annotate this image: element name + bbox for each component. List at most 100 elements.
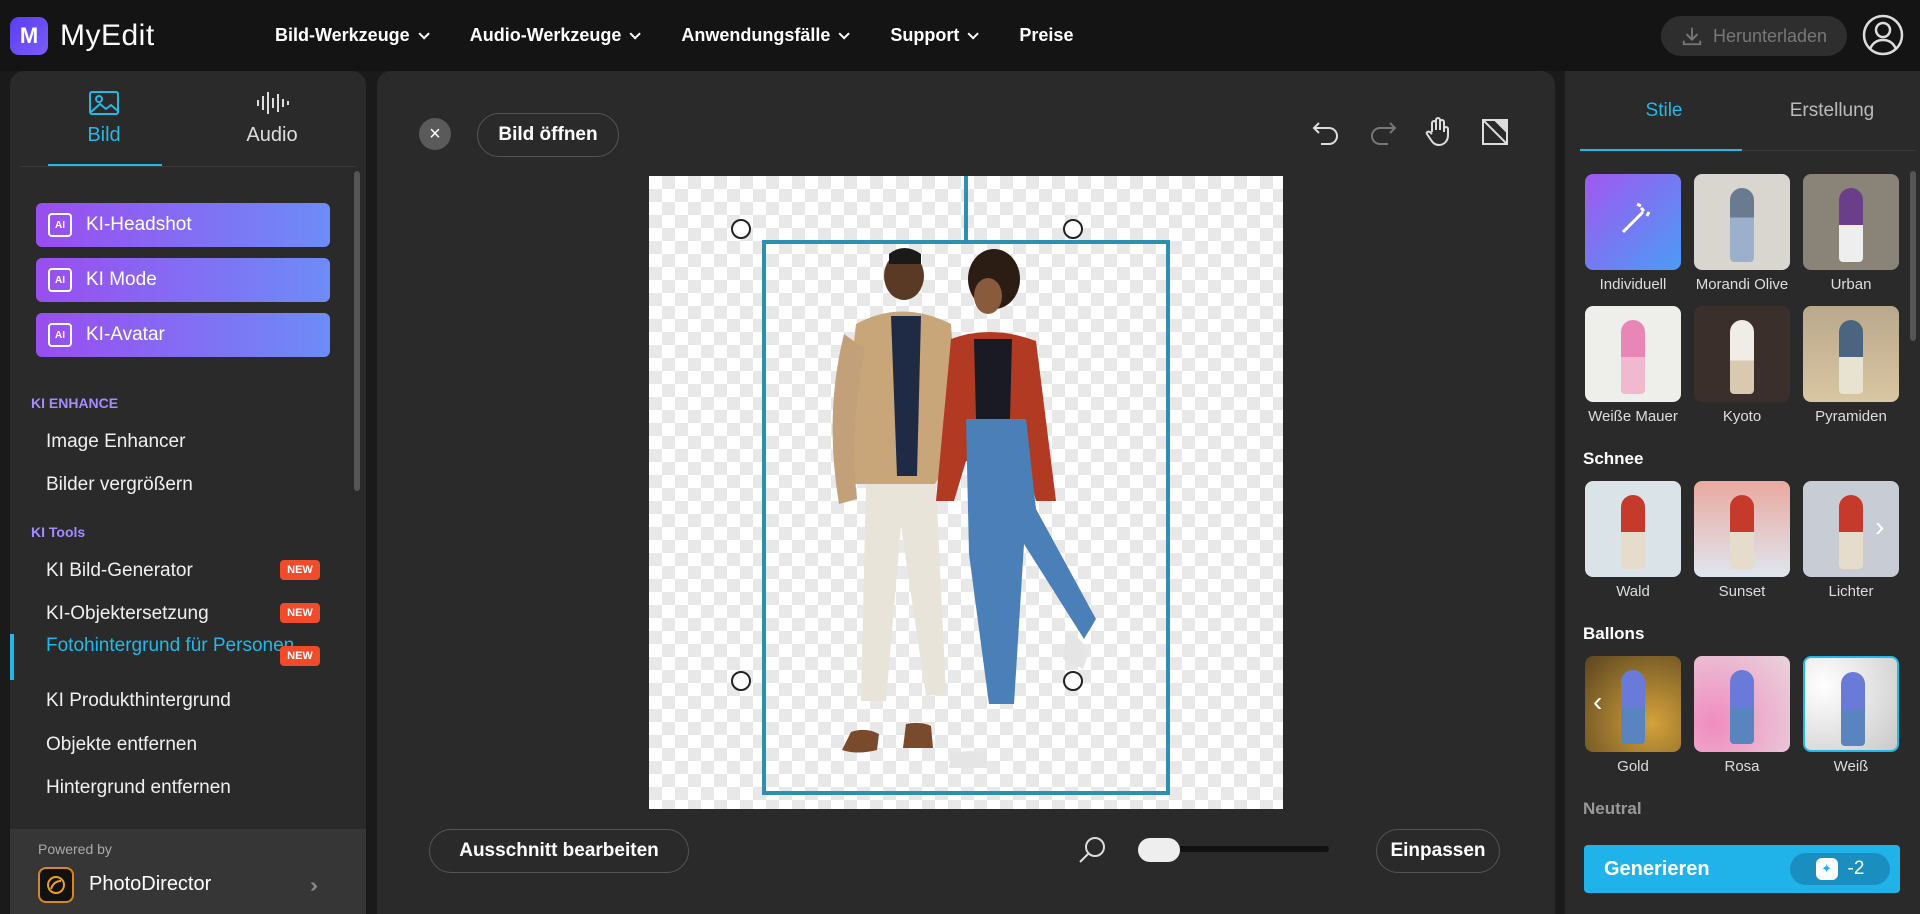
sidebar-scrollbar[interactable] bbox=[354, 171, 360, 491]
tab-audio[interactable]: Audio bbox=[188, 71, 356, 166]
nav-label: Support bbox=[890, 25, 960, 45]
left-sidebar: Bild Audio AI KI-Headshot AI KI Mode AI KI-… bbox=[10, 71, 366, 914]
top-bar: M MyEdit Bild-Werkzeuge Audio-Werkzeuge … bbox=[0, 0, 1920, 71]
app-logo[interactable]: M MyEdit bbox=[10, 16, 260, 55]
style-label: Morandi Olive bbox=[1695, 276, 1789, 293]
style-label: Weiß bbox=[1833, 758, 1869, 775]
editor-area: × Bild öffnen Ausschnitt bearbeiten Einp… bbox=[377, 71, 1555, 914]
nav-item-preise[interactable]: Preise bbox=[1019, 25, 1073, 46]
resize-handle-top-right[interactable] bbox=[1063, 219, 1083, 239]
new-badge: NEW bbox=[280, 646, 320, 666]
credit-icon: ✦ bbox=[1815, 858, 1838, 880]
generate-button[interactable]: Generieren ✦ -2 bbox=[1584, 845, 1900, 893]
selection-box[interactable] bbox=[762, 240, 1170, 795]
myedit-logo-icon: M bbox=[10, 16, 48, 55]
undo-icon[interactable] bbox=[1307, 113, 1345, 151]
section-heading-schnee: Schnee bbox=[1583, 449, 1644, 468]
chevrons-right-icon: ››› bbox=[310, 875, 318, 897]
download-icon bbox=[1682, 27, 1702, 46]
generate-label: Generieren bbox=[1604, 857, 1710, 880]
menu-item-hintergrund-entfernen[interactable]: Hintergrund entfernen bbox=[46, 775, 306, 801]
chevron-down-icon bbox=[838, 27, 851, 40]
style-label: Pyramiden bbox=[1815, 408, 1887, 425]
styles-tabs: Stile Erstellung bbox=[1580, 71, 1916, 151]
active-indicator bbox=[10, 634, 14, 680]
styles-scrollbar[interactable] bbox=[1910, 171, 1916, 341]
style-thumb-individuell[interactable] bbox=[1585, 174, 1681, 270]
style-label: Sunset bbox=[1718, 583, 1766, 600]
tab-stile[interactable]: Stile bbox=[1580, 71, 1748, 151]
main-nav: Bild-Werkzeuge Audio-Werkzeuge Anwendung… bbox=[275, 25, 1117, 46]
section-heading-ki-enhance: KI ENHANCE bbox=[31, 395, 119, 411]
photodirector-name: PhotoDirector bbox=[89, 873, 212, 895]
resize-handle-bottom-left[interactable] bbox=[731, 671, 751, 691]
style-thumb-urban[interactable] bbox=[1803, 174, 1899, 270]
zoom-slider-knob[interactable] bbox=[1138, 838, 1180, 862]
style-label: Lichter bbox=[1828, 583, 1874, 600]
ai-sparkle-icon: AI bbox=[48, 323, 72, 347]
tab-bild[interactable]: Bild bbox=[20, 71, 188, 166]
powered-by-footer[interactable]: Powered by PhotoDirector ››› bbox=[10, 829, 366, 914]
style-thumb-weiss[interactable] bbox=[1803, 656, 1899, 752]
tab-label: Bild bbox=[87, 124, 121, 146]
style-thumb-lichter[interactable] bbox=[1803, 481, 1899, 577]
app-name: MyEdit bbox=[60, 18, 155, 52]
magic-wand-icon bbox=[1621, 202, 1651, 234]
style-thumb-kyoto[interactable] bbox=[1694, 306, 1790, 402]
new-badge: NEW bbox=[280, 560, 320, 580]
style-thumb-morandi-olive[interactable] bbox=[1694, 174, 1790, 270]
ai-button-label: KI-Headshot bbox=[86, 214, 192, 235]
ai-sparkle-icon: AI bbox=[48, 268, 72, 292]
subject-people-image bbox=[832, 248, 1096, 768]
nav-item-anwendungsfaelle[interactable]: Anwendungsfälle bbox=[681, 25, 851, 46]
fit-button[interactable]: Einpassen bbox=[1376, 829, 1500, 873]
edit-crop-button[interactable]: Ausschnitt bearbeiten bbox=[429, 829, 689, 873]
download-button[interactable]: Herunterladen bbox=[1661, 16, 1847, 56]
chevron-down-icon bbox=[967, 27, 980, 40]
user-avatar-icon[interactable] bbox=[1862, 14, 1904, 56]
close-icon[interactable]: × bbox=[419, 118, 451, 150]
chevron-right-icon[interactable]: › bbox=[1875, 511, 1884, 543]
image-canvas[interactable] bbox=[649, 176, 1283, 809]
menu-item-objekte-entfernen[interactable]: Objekte entfernen bbox=[46, 732, 306, 758]
menu-item-ki-produkthintergrund[interactable]: KI Produkthintergrund bbox=[46, 688, 306, 714]
style-thumb-rosa[interactable] bbox=[1694, 656, 1790, 752]
style-thumb-weisse-mauer[interactable] bbox=[1585, 306, 1681, 402]
ki-headshot-button[interactable]: AI KI-Headshot bbox=[36, 203, 330, 247]
section-heading-ki-tools: KI Tools bbox=[31, 524, 86, 540]
ai-sparkle-icon: AI bbox=[48, 213, 72, 237]
nav-item-bild-werkzeuge[interactable]: Bild-Werkzeuge bbox=[275, 25, 430, 46]
tab-erstellung[interactable]: Erstellung bbox=[1748, 71, 1916, 150]
section-heading-neutral: Neutral bbox=[1583, 799, 1642, 818]
credit-cost-badge: ✦ -2 bbox=[1790, 853, 1890, 885]
hand-pan-icon[interactable] bbox=[1419, 113, 1457, 151]
photodirector-logo-icon bbox=[38, 867, 74, 903]
ki-avatar-button[interactable]: AI KI-Avatar bbox=[36, 313, 330, 357]
style-label: Weiße Mauer bbox=[1588, 408, 1678, 425]
chevron-down-icon bbox=[418, 27, 430, 40]
style-thumb-pyramiden[interactable] bbox=[1803, 306, 1899, 402]
nav-item-support[interactable]: Support bbox=[890, 25, 980, 46]
style-thumb-wald[interactable] bbox=[1585, 481, 1681, 577]
sidebar-tabs: Bild Audio bbox=[20, 71, 356, 167]
menu-item-ki-bild-generator[interactable]: KI Bild-Generator bbox=[46, 558, 306, 584]
section-heading-ballons: Ballons bbox=[1583, 624, 1645, 643]
chevron-left-icon[interactable]: ‹ bbox=[1593, 686, 1602, 718]
menu-item-fotohintergrund-personen[interactable]: Fotohintergrund für Personen bbox=[46, 633, 306, 659]
style-thumb-sunset[interactable] bbox=[1694, 481, 1790, 577]
resize-handle-top-left[interactable] bbox=[731, 219, 751, 239]
redo-icon[interactable] bbox=[1364, 113, 1402, 151]
compare-icon[interactable] bbox=[1476, 113, 1514, 151]
menu-item-image-enhancer[interactable]: Image Enhancer bbox=[46, 429, 306, 455]
open-image-button[interactable]: Bild öffnen bbox=[477, 113, 619, 157]
resize-handle-bottom-right[interactable] bbox=[1063, 671, 1083, 691]
new-badge: NEW bbox=[280, 603, 320, 623]
menu-item-ki-objektersetzung[interactable]: KI-Objektersetzung bbox=[46, 601, 306, 627]
nav-label: Preise bbox=[1019, 25, 1074, 45]
download-label: Herunterladen bbox=[1712, 25, 1828, 46]
ki-mode-button[interactable]: AI KI Mode bbox=[36, 258, 330, 302]
nav-label: Anwendungsfälle bbox=[681, 25, 831, 45]
menu-item-bilder-vergroessern[interactable]: Bilder vergrößern bbox=[46, 472, 306, 498]
nav-item-audio-werkzeuge[interactable]: Audio-Werkzeuge bbox=[470, 25, 642, 46]
styles-panel: Stile Erstellung Individuell Morandi Oli… bbox=[1565, 71, 1920, 914]
